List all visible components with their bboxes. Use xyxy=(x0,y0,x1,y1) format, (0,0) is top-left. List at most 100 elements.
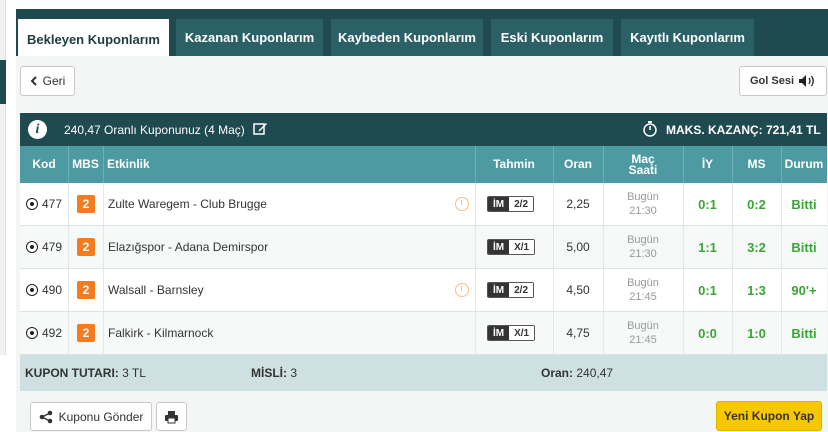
new-coupon-button[interactable]: Yeni Kupon Yap xyxy=(716,401,822,431)
full-time-score: 3:2 xyxy=(747,239,766,255)
tab-saved-coupons[interactable]: Kayıtlı Kuponlarım xyxy=(621,19,754,56)
speaker-icon xyxy=(799,75,814,87)
match-code: 479 xyxy=(42,240,63,254)
match-day: Bugün xyxy=(627,191,659,203)
match-code: 490 xyxy=(42,283,63,297)
football-icon xyxy=(26,327,38,339)
match-code: 492 xyxy=(42,326,63,340)
share-icon xyxy=(39,410,52,423)
header-mac-saati-line2: Saati xyxy=(628,162,658,177)
chevron-left-icon xyxy=(30,76,37,86)
prediction-type: İM xyxy=(488,240,510,254)
total-odds: Oran: 240,47 xyxy=(541,355,613,391)
kod-cell: 479 xyxy=(26,226,62,268)
goal-sound-label: Gol Sesi xyxy=(749,75,795,87)
kod-cell: 492 xyxy=(26,312,62,354)
prediction-cell: İM 2/2 xyxy=(487,269,535,311)
match-hour: 21:30 xyxy=(629,248,657,260)
mbs-badge: 2 xyxy=(77,281,95,299)
match-day: Bugün xyxy=(627,320,659,332)
prediction-cell: İM X/1 xyxy=(487,226,536,268)
prediction-cell: İM X/1 xyxy=(487,312,536,354)
prediction-badge: İM X/1 xyxy=(487,239,536,255)
tab-won-coupons[interactable]: Kazanan Kuponlarım xyxy=(176,19,323,56)
mbs-badge: 2 xyxy=(77,324,95,342)
event-name[interactable]: Walsall - Barnsley xyxy=(108,269,204,311)
tab-pending-coupons[interactable]: Bekleyen Kuponlarım xyxy=(18,19,169,59)
send-coupon-label: Kuponu Gönder xyxy=(58,409,144,424)
prediction-type: İM xyxy=(488,283,510,297)
match-time: Bugün 21:30 xyxy=(603,183,683,225)
odds-value: 2,25 xyxy=(566,197,590,211)
oran-value: 240,47 xyxy=(576,366,614,380)
prediction-type: İM xyxy=(488,197,510,211)
match-hour: 21:45 xyxy=(629,334,657,346)
prediction-value: X/1 xyxy=(509,326,535,340)
header-mbs: MBS xyxy=(72,157,99,171)
info-icon: i xyxy=(28,120,47,139)
coupon-info-bar: i 240,47 Oranlı Kuponunuz (4 Maç) MAKS. … xyxy=(20,113,827,146)
match-status: 90'+ xyxy=(791,282,817,298)
header-iy: İY xyxy=(701,157,714,171)
prediction-badge: İM 2/2 xyxy=(487,196,535,212)
match-row: 492 2 Falkirk - Kilmarnock İM X/1 4,75 Bugün 21… xyxy=(20,312,827,355)
stopwatch-icon xyxy=(643,121,657,137)
match-time: Bugün 21:45 xyxy=(603,269,683,311)
prediction-badge: İM 2/2 xyxy=(487,282,535,298)
header-kod: Kod xyxy=(32,157,56,171)
max-win: MAKS. KAZANÇ: 721,41 TL xyxy=(666,122,821,137)
football-icon xyxy=(26,198,38,210)
table-header: Kod MBS Etkinlik Tahmin Oran Maç Saati İ… xyxy=(20,146,827,183)
prediction-type: İM xyxy=(488,326,510,340)
match-hour: 21:30 xyxy=(629,205,657,217)
header-tahmin: Tahmin xyxy=(493,157,535,171)
football-icon xyxy=(26,241,38,253)
prediction-value: X/1 xyxy=(509,240,535,254)
kupon-tutari: KUPON TUTARI: 3 TL xyxy=(25,355,146,391)
mbs-cell: 2 xyxy=(77,183,95,225)
match-row: 477 2 Zulte Waregem - Club Brugge İM 2/2 2,25… xyxy=(20,183,827,226)
half-time-score: 1:1 xyxy=(698,239,717,255)
live-stats-icon[interactable] xyxy=(455,269,469,311)
print-icon xyxy=(165,410,178,423)
odds-value: 4,75 xyxy=(566,326,590,340)
prediction-badge: İM X/1 xyxy=(487,325,536,341)
misli: MİSLİ: 3 xyxy=(251,355,297,391)
edit-icon[interactable] xyxy=(253,121,268,136)
prediction-value: 2/2 xyxy=(509,197,534,211)
back-button[interactable]: Geri xyxy=(20,66,75,96)
kupon-tutari-value: 3 TL xyxy=(122,366,146,380)
match-day: Bugün xyxy=(627,234,659,246)
tab-old-coupons[interactable]: Eski Kuponlarım xyxy=(491,19,613,56)
prediction-cell: İM 2/2 xyxy=(487,183,535,225)
coupon-tabs: Bekleyen Kuponlarım Kazanan Kuponlarım K… xyxy=(16,9,828,59)
match-row: 479 2 Elazığspor - Adana Demirspor İM X/1 5,0… xyxy=(20,226,827,269)
coupon-summary: 240,47 Oranlı Kuponunuz (4 Maç) xyxy=(64,122,245,137)
live-stats-icon[interactable] xyxy=(455,183,469,225)
header-mac-saati: Maç Saati xyxy=(603,146,683,183)
goal-sound-button[interactable]: Gol Sesi xyxy=(739,66,827,96)
prediction-value: 2/2 xyxy=(509,283,534,297)
match-time: Bugün 21:30 xyxy=(603,226,683,268)
mbs-cell: 2 xyxy=(77,269,95,311)
event-name[interactable]: Zulte Waregem - Club Brugge xyxy=(108,183,267,225)
misli-value: 3 xyxy=(290,366,298,380)
send-coupon-button[interactable]: Kuponu Gönder xyxy=(30,402,152,431)
match-status: Bitti xyxy=(791,325,817,341)
match-code: 477 xyxy=(42,197,63,211)
kupon-tutari-label: KUPON TUTARI: xyxy=(25,366,119,380)
left-sidebar-edge xyxy=(0,0,6,355)
event-name[interactable]: Falkirk - Kilmarnock xyxy=(108,312,213,354)
header-etkinlik: Etkinlik xyxy=(107,157,150,171)
full-time-score: 0:2 xyxy=(747,196,766,212)
misli-label: MİSLİ: xyxy=(251,366,287,380)
kod-cell: 490 xyxy=(26,269,62,311)
print-button[interactable] xyxy=(156,402,187,431)
header-durum: Durum xyxy=(784,157,824,171)
event-name[interactable]: Elazığspor - Adana Demirspor xyxy=(108,226,268,268)
mbs-badge: 2 xyxy=(77,238,95,256)
mbs-cell: 2 xyxy=(77,226,95,268)
match-day: Bugün xyxy=(627,277,659,289)
tab-lost-coupons[interactable]: Kaybeden Kuponlarım xyxy=(331,19,483,56)
coupon-page: Bekleyen Kuponlarım Kazanan Kuponlarım K… xyxy=(0,0,828,432)
